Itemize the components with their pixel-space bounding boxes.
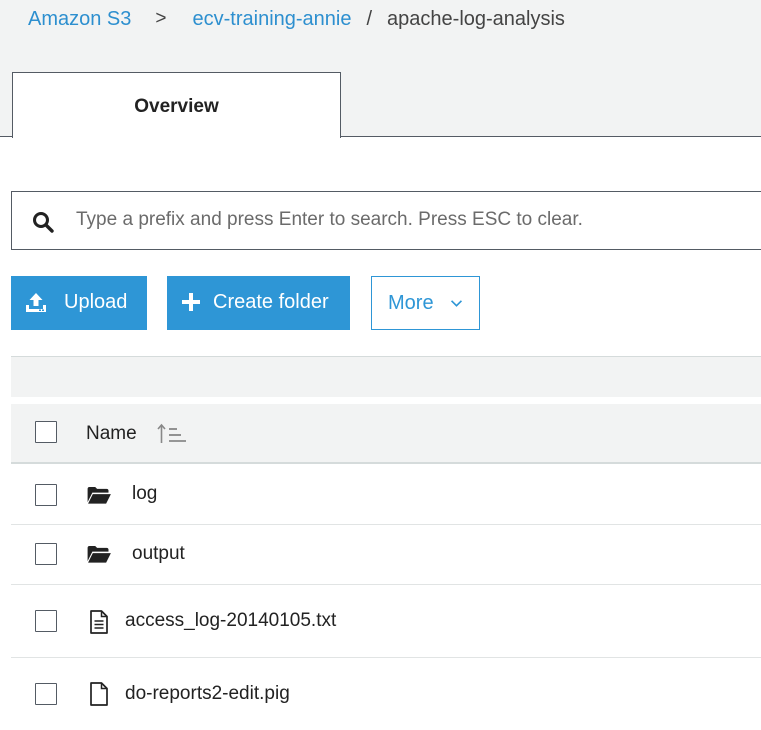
table-row[interactable]: log (11, 465, 761, 525)
breadcrumb-current-folder: apache-log-analysis (387, 7, 565, 30)
more-button-label: More (388, 292, 434, 314)
row-checkbox[interactable] (35, 484, 57, 506)
create-folder-button[interactable]: Create folder (167, 276, 350, 330)
row-checkbox[interactable] (35, 543, 57, 565)
table-row[interactable]: output (11, 525, 761, 585)
table-header-row: Name (11, 404, 761, 464)
folder-icon (87, 486, 111, 504)
row-name-link[interactable]: access_log-20140105.txt (125, 610, 336, 632)
row-name-link[interactable]: do-reports2-edit.pig (125, 683, 290, 705)
text-file-icon (90, 610, 108, 634)
search-icon (33, 212, 54, 233)
breadcrumb-amazon-s3[interactable]: Amazon S3 (28, 8, 131, 31)
breadcrumb-bucket[interactable]: ecv-training-annie (193, 8, 352, 31)
breadcrumb: Amazon S3 > ecv-training-annie / apache-… (28, 6, 565, 32)
breadcrumb-separator-slash: / (366, 7, 373, 30)
tab-overview[interactable]: Overview (12, 72, 341, 138)
row-checkbox[interactable] (35, 610, 57, 632)
upload-button[interactable]: Upload (11, 276, 147, 330)
folder-icon (87, 545, 111, 563)
column-header-name[interactable]: Name (86, 423, 137, 445)
table-row[interactable]: access_log-20140105.txt (11, 585, 761, 658)
upload-button-label: Upload (64, 291, 128, 313)
sort-ascending-icon[interactable] (157, 423, 189, 445)
file-icon (90, 682, 108, 706)
chevron-down-icon (450, 300, 463, 307)
search-input[interactable] (76, 192, 756, 248)
table-row[interactable]: do-reports2-edit.pig (11, 658, 761, 730)
plus-icon (182, 293, 200, 311)
create-folder-button-label: Create folder (213, 291, 329, 313)
more-dropdown-button[interactable]: More (371, 276, 480, 330)
row-checkbox[interactable] (35, 683, 57, 705)
row-name-link[interactable]: log (132, 483, 157, 505)
search-box (11, 191, 761, 250)
row-name-link[interactable]: output (132, 543, 185, 565)
breadcrumb-separator-chevron: > (155, 8, 167, 29)
select-all-checkbox[interactable] (35, 421, 57, 443)
tab-overview-label: Overview (134, 95, 219, 117)
table-toolbar-band (11, 357, 761, 397)
upload-icon (26, 293, 46, 312)
